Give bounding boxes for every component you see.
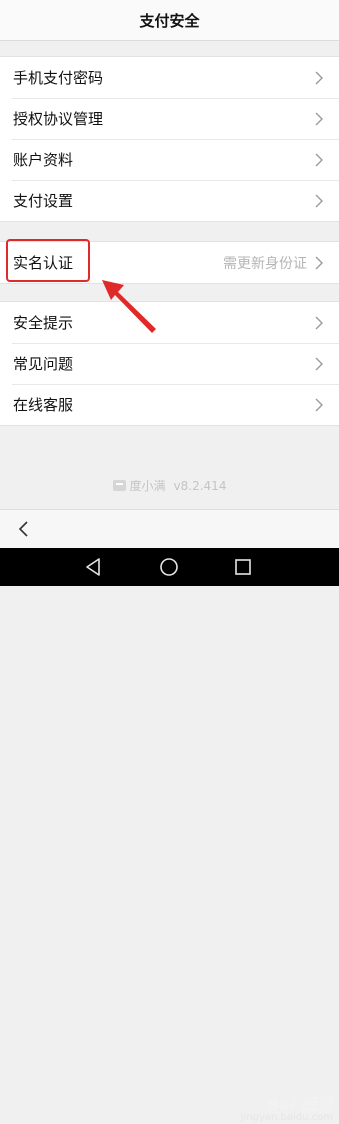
chevron-right-icon [315, 71, 323, 84]
watermark-sub: jingyan.baidu.com [240, 1112, 333, 1123]
account-settings-group: 手机支付密码 授权协议管理 账户资料 支付设置 [0, 56, 339, 222]
back-arrow-icon[interactable] [14, 519, 34, 539]
menu-item-label: 支付设置 [13, 192, 74, 210]
menu-item-faq[interactable]: 常见问题 [0, 343, 339, 384]
brand-name: 度小满 [129, 479, 166, 493]
nav-recents-icon[interactable] [232, 556, 254, 578]
menu-item-label: 账户资料 [13, 151, 74, 169]
menu-item-label: 授权协议管理 [13, 110, 104, 128]
nav-back-icon[interactable] [83, 556, 105, 578]
bottom-toolbar [0, 509, 339, 548]
menu-item-label: 安全提示 [13, 314, 74, 332]
menu-item-payment-password[interactable]: 手机支付密码 [0, 57, 339, 98]
version-number: v8.2.414 [173, 478, 227, 493]
menu-item-account-info[interactable]: 账户资料 [0, 139, 339, 180]
chevron-right-icon [315, 316, 323, 329]
version-info: 度小满 v8.2.414 [0, 477, 339, 494]
page-title: 支付安全 [139, 11, 200, 30]
menu-item-security-tips[interactable]: 安全提示 [0, 302, 339, 343]
menu-item-label: 手机支付密码 [13, 69, 104, 87]
menu-item-label: 在线客服 [13, 396, 74, 414]
menu-item-label: 常见问题 [13, 355, 74, 373]
chevron-right-icon [315, 357, 323, 370]
chevron-right-icon [315, 112, 323, 125]
chevron-right-icon [315, 256, 323, 269]
watermark: Bai 经验 jingyan.baidu.com [240, 1095, 333, 1124]
verification-status: 需更新身份证 [223, 255, 307, 272]
brand-logo-icon [112, 480, 126, 491]
watermark-main: Bai 经验 [266, 1095, 333, 1114]
system-nav-bar: Bai 经验 jingyan.baidu.com [0, 548, 339, 1123]
help-group: 安全提示 常见问题 在线客服 [0, 301, 339, 426]
title-bar: 支付安全 [0, 0, 339, 41]
nav-home-icon[interactable] [158, 556, 180, 578]
chevron-right-icon [315, 398, 323, 411]
chevron-right-icon [315, 194, 323, 207]
menu-item-online-support[interactable]: 在线客服 [0, 384, 339, 425]
highlight-box [6, 239, 90, 282]
menu-item-authorization-agreements[interactable]: 授权协议管理 [0, 98, 339, 139]
menu-item-payment-settings[interactable]: 支付设置 [0, 180, 339, 221]
chevron-right-icon [315, 153, 323, 166]
